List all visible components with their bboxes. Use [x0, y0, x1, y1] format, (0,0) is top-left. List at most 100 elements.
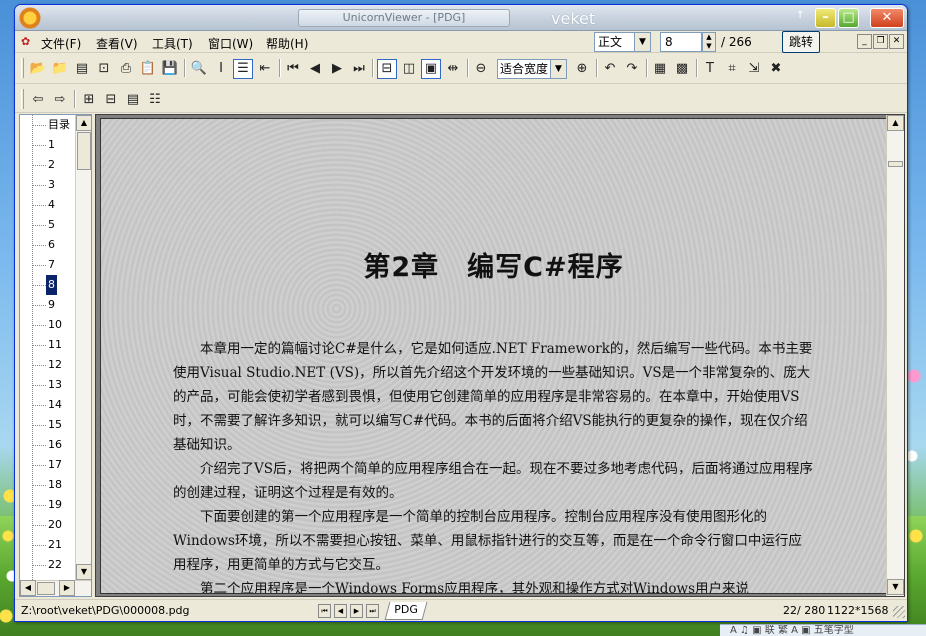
tree-item-22[interactable]: 22 [20, 555, 76, 575]
clipboard-icon[interactable]: 📋 [138, 59, 158, 79]
tree-item-21[interactable]: 21 [20, 535, 76, 555]
page-number-input[interactable]: 8 [660, 32, 702, 52]
image-enhance-icon[interactable]: ▦ [650, 59, 670, 79]
rotate-right-icon[interactable]: ↷ [622, 59, 642, 79]
zoom-icon[interactable]: 🔍 [189, 59, 209, 79]
crop-icon[interactable]: ⌗ [722, 59, 742, 79]
scroll-right-arrow-icon[interactable]: ▶ [59, 580, 75, 596]
document-view[interactable]: 第2章 编写C#程序 本章用一定的篇幅讨论C#是什么，它是如何适应.NET Fr… [95, 114, 905, 597]
toolbar-grip[interactable] [21, 89, 24, 109]
outline-tree[interactable]: 目录 1 2 3 4 5 6 7 8 9 10 11 12 13 14 15 16 17 18 19 20 21 22 ▲… [19, 114, 92, 597]
mdi-close-button[interactable]: ✕ [889, 34, 904, 49]
goto-button[interactable]: 跳转 [782, 31, 820, 53]
tree-item-16[interactable]: 16 [20, 435, 76, 455]
next-page-icon[interactable]: ▶ [327, 59, 347, 79]
tree-item-6[interactable]: 6 [20, 235, 76, 255]
back-arrow-icon[interactable]: ⇦ [28, 90, 48, 110]
resize-grip[interactable] [893, 606, 905, 618]
save-icon[interactable]: 💾 [160, 59, 180, 79]
document-vertical-scrollbar[interactable]: ▲ ▼ [886, 115, 904, 596]
title-bar[interactable]: UnicornViewer - [PDG] veket ↑ – □ ✕ [15, 5, 907, 31]
outline-list-icon[interactable]: ☷ [145, 90, 165, 110]
tab-pdg[interactable]: PDG [384, 602, 428, 620]
last-page-icon[interactable]: ⏭ [349, 59, 369, 79]
page-setup-icon[interactable]: ▤ [72, 59, 92, 79]
outline-collapse-icon[interactable]: ⊟ [101, 90, 121, 110]
tree-item-12[interactable]: 12 [20, 355, 76, 375]
zoom-select[interactable]: 适合宽度 ▼ [497, 59, 567, 79]
document-menu-icon[interactable]: ✿ [21, 35, 30, 48]
tree-item-7[interactable]: 7 [20, 255, 76, 275]
open-file-icon[interactable]: 📁 [50, 59, 70, 79]
settings-tools-icon[interactable]: ✖ [766, 59, 786, 79]
menu-view[interactable]: 查看(V) [96, 35, 138, 52]
toolbar-grip[interactable] [21, 58, 24, 78]
continuous-page-icon[interactable]: ⊟ [377, 59, 397, 79]
first-tab-icon[interactable]: ⏮ [318, 604, 331, 618]
zoom-in-icon[interactable]: ⊕ [572, 59, 592, 79]
text-tool-icon[interactable]: T [700, 59, 720, 79]
scroll-thumb[interactable] [77, 132, 91, 170]
menu-tools[interactable]: 工具(T) [152, 35, 193, 52]
tree-item-2[interactable]: 2 [20, 155, 76, 175]
menu-window[interactable]: 窗口(W) [208, 35, 253, 52]
tree-item-19[interactable]: 19 [20, 495, 76, 515]
tree-item-10[interactable]: 10 [20, 315, 76, 335]
tree-item-5[interactable]: 5 [20, 215, 76, 235]
unicorn-app-icon[interactable] [19, 7, 41, 29]
taskbar-tray[interactable]: A ♫ ▣ 联 繁 A ▣ 五笔字型 [720, 624, 926, 636]
outline-page-icon[interactable]: ▤ [123, 90, 143, 110]
next-tab-icon[interactable]: ▶ [350, 604, 363, 618]
rotate-left-icon[interactable]: ↶ [600, 59, 620, 79]
menu-help[interactable]: 帮助(H) [266, 35, 308, 52]
tree-item-1[interactable]: 1 [20, 135, 76, 155]
page-spinner[interactable]: ▲ ▼ [702, 32, 716, 52]
fit-page-icon[interactable]: ⇹ [443, 59, 463, 79]
capture-icon[interactable]: ⊡ [94, 59, 114, 79]
print-icon[interactable]: ⎙ [116, 59, 136, 79]
outline-toggle-icon[interactable]: ☰ [233, 59, 253, 79]
outline-vertical-scrollbar[interactable]: ▲ ▼ [75, 115, 91, 581]
bookmark-icon[interactable]: ⇤ [255, 59, 275, 79]
image-adjust-icon[interactable]: ▩ [672, 59, 692, 79]
scroll-down-arrow-icon[interactable]: ▼ [887, 579, 904, 595]
tree-root[interactable]: 目录 [20, 115, 76, 135]
maximize-button[interactable]: □ [838, 8, 859, 28]
pin-icon[interactable]: ↑ [796, 10, 804, 21]
chevron-down-icon[interactable]: ▼ [550, 60, 566, 78]
outline-expand-icon[interactable]: ⊞ [79, 90, 99, 110]
scroll-thumb[interactable] [888, 161, 903, 167]
tree-item-4[interactable]: 4 [20, 195, 76, 215]
tree-item-14[interactable]: 14 [20, 395, 76, 415]
scroll-down-arrow-icon[interactable]: ▼ [76, 564, 91, 580]
menu-file[interactable]: 文件(F) [41, 35, 81, 52]
tree-item-9[interactable]: 9 [20, 295, 76, 315]
tree-item-18[interactable]: 18 [20, 475, 76, 495]
mdi-restore-button[interactable]: ❐ [873, 34, 888, 49]
first-page-icon[interactable]: ⏮ [283, 59, 303, 79]
outline-horizontal-scrollbar[interactable]: ◀ ▶ [20, 580, 91, 596]
tree-item-17[interactable]: 17 [20, 455, 76, 475]
hscroll-thumb[interactable] [37, 582, 55, 595]
export-icon[interactable]: ⇲ [744, 59, 764, 79]
scroll-up-arrow-icon[interactable]: ▲ [76, 115, 91, 131]
tree-item-20[interactable]: 20 [20, 515, 76, 535]
previous-tab-icon[interactable]: ◀ [334, 604, 347, 618]
tree-item-13[interactable]: 13 [20, 375, 76, 395]
forward-arrow-icon[interactable]: ⇨ [50, 90, 70, 110]
page-mode-select[interactable]: 正文 ▼ [594, 32, 651, 52]
scroll-up-arrow-icon[interactable]: ▲ [887, 115, 904, 131]
scroll-left-arrow-icon[interactable]: ◀ [20, 580, 36, 596]
open-folder-icon[interactable]: 📂 [28, 59, 48, 79]
single-page-icon[interactable]: ▣ [421, 59, 441, 79]
zoom-out-icon[interactable]: ⊖ [471, 59, 491, 79]
mdi-minimize-button[interactable]: _ [857, 34, 872, 49]
close-button[interactable]: ✕ [870, 8, 904, 28]
tree-item-3[interactable]: 3 [20, 175, 76, 195]
two-page-icon[interactable]: ◫ [399, 59, 419, 79]
tree-item-8[interactable]: 8 [20, 275, 76, 295]
chevron-down-icon[interactable]: ▼ [634, 33, 650, 51]
previous-page-icon[interactable]: ◀ [305, 59, 325, 79]
minimize-button[interactable]: – [815, 8, 836, 28]
tree-item-11[interactable]: 11 [20, 335, 76, 355]
